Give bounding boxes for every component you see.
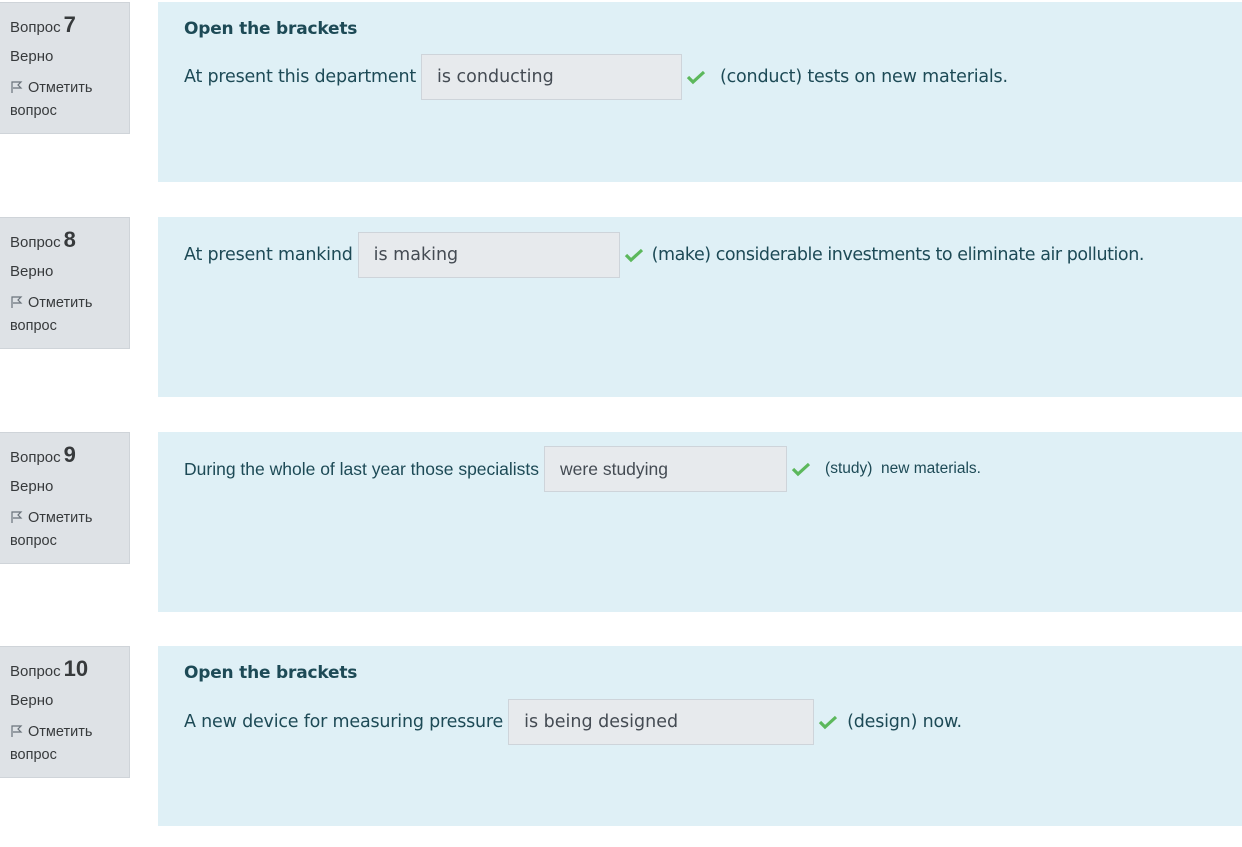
text-after: (make) considerable investments to elimi… [651, 245, 1145, 265]
question-text: At present mankind is making (make) cons… [184, 232, 1144, 278]
question-content: At present mankind is making (make) cons… [158, 217, 1242, 397]
question-title: Open the brackets [184, 663, 358, 683]
answer-input[interactable]: were studying [544, 446, 788, 492]
question-content: During the whole of last year those spec… [158, 432, 1242, 612]
flag-question-link[interactable]: Отметить вопрос [10, 507, 129, 553]
question-word: Вопрос [10, 449, 61, 466]
question-state: Верно [10, 263, 54, 280]
text-after: (conduct) tests on new materials. [720, 67, 1008, 87]
answer-input[interactable]: is conducting [421, 54, 682, 100]
check-icon [686, 69, 706, 85]
question-title: Open the brackets [184, 19, 358, 39]
flag-icon [11, 81, 23, 93]
text-before: At present mankind [184, 245, 353, 265]
question-word: Вопрос [10, 663, 61, 680]
question-num: 10 [63, 656, 89, 681]
flag-icon [11, 725, 23, 737]
question-text: At present this department is conducting… [184, 54, 1008, 100]
question-text: A new device for measuring pressure is b… [184, 699, 962, 745]
flag-icon [11, 296, 23, 308]
question-info: Вопрос 7 Верно Отметить вопрос [0, 2, 130, 134]
question-info: Вопрос 8 Верно Отметить вопрос [0, 217, 130, 349]
question-state: Верно [10, 478, 54, 495]
flag-question-link[interactable]: Отметить вопрос [10, 721, 129, 767]
question-num: 7 [63, 12, 76, 37]
check-icon [791, 461, 811, 477]
question-word: Вопрос [10, 234, 61, 251]
question-number: Вопрос 9 [10, 443, 129, 470]
text-before: During the whole of last year those spec… [184, 458, 540, 479]
question-state: Верно [10, 48, 54, 65]
text-before: At present this department [184, 67, 416, 87]
answer-value: is being designed [524, 712, 679, 732]
question-state: Верно [10, 692, 54, 709]
answer-input[interactable]: is making [357, 232, 620, 278]
text-before: A new device for measuring pressure [184, 712, 504, 732]
flag-question-link[interactable]: Отметить вопрос [10, 77, 129, 123]
question-text: During the whole of last year those spec… [184, 446, 981, 492]
answer-input[interactable]: is being designed [508, 699, 815, 745]
question-word: Вопрос [10, 19, 61, 36]
flag-icon [11, 511, 23, 523]
check-icon [624, 247, 644, 263]
question-number: Вопрос 10 [10, 657, 129, 684]
check-icon [818, 714, 838, 730]
text-after: (study) new materials. [825, 460, 981, 477]
question-info: Вопрос 10 Верно Отметить вопрос [0, 646, 130, 778]
text-after: (design) now. [847, 712, 962, 732]
answer-value: is making [373, 245, 459, 265]
question-info: Вопрос 9 Верно Отметить вопрос [0, 432, 130, 564]
question-content: Open the brackets At present this depart… [158, 2, 1242, 182]
question-num: 8 [63, 227, 76, 252]
question-number: Вопрос 8 [10, 228, 129, 255]
question-num: 9 [63, 442, 76, 467]
question-content: Open the brackets A new device for measu… [158, 646, 1242, 826]
question-number: Вопрос 7 [10, 13, 129, 40]
flag-question-link[interactable]: Отметить вопрос [10, 292, 129, 338]
answer-value: is conducting [437, 67, 554, 87]
answer-value: were studying [560, 458, 669, 479]
